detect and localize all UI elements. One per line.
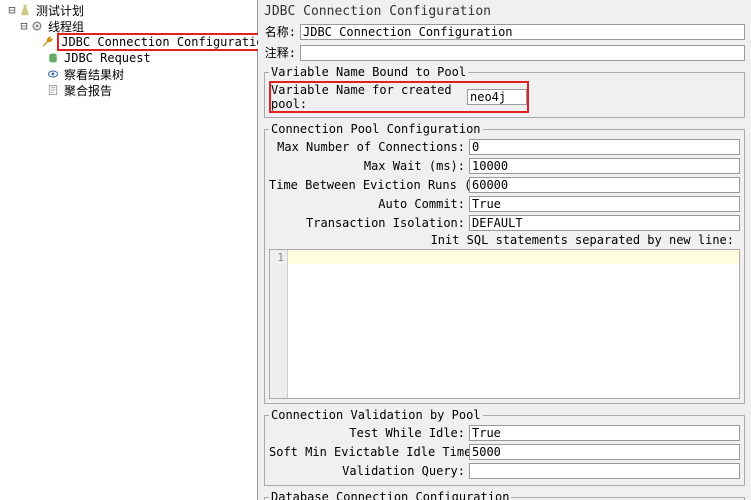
- connection-pool-legend: Connection Pool Configuration: [269, 122, 483, 136]
- db-connection-fieldset: Database Connection Configuration Databa…: [264, 490, 745, 500]
- connection-pool-fieldset: Connection Pool Configuration Max Number…: [264, 122, 745, 404]
- test-idle-label: Test While Idle:: [269, 426, 469, 440]
- tree-label: 线程组: [46, 18, 86, 35]
- tree-thread-group[interactable]: ⊟ 线程组: [2, 18, 255, 34]
- gear-icon: [30, 19, 44, 33]
- eviction-input[interactable]: [469, 177, 740, 193]
- soft-min-label: Soft Min Evictable Idle Time(ms):: [269, 445, 469, 459]
- wrench-icon: [41, 35, 55, 49]
- validation-fieldset: Connection Validation by Pool Test While…: [264, 408, 745, 486]
- name-label: 名称:: [264, 23, 300, 40]
- db-connection-legend: Database Connection Configuration: [269, 490, 511, 500]
- pool-variable-legend: Variable Name Bound to Pool: [269, 65, 468, 79]
- page-title: JDBC Connection Configuration: [264, 4, 745, 19]
- gutter: 1: [270, 250, 288, 398]
- tree-label: 察看结果树: [62, 66, 126, 83]
- eviction-label: Time Between Eviction Runs (ms):: [269, 178, 469, 192]
- autocommit-input[interactable]: [469, 196, 740, 212]
- tree-item-view-results[interactable]: 察看结果树: [2, 66, 255, 82]
- isolation-input[interactable]: [469, 215, 740, 231]
- comment-input[interactable]: [300, 45, 745, 61]
- tree-label: JDBC Connection Configuration: [57, 33, 275, 51]
- max-wait-input[interactable]: [469, 158, 740, 174]
- name-input[interactable]: [300, 24, 745, 40]
- max-wait-label: Max Wait (ms):: [269, 159, 469, 173]
- eye-icon: [46, 67, 60, 81]
- init-sql-editor[interactable]: 1: [269, 249, 740, 399]
- comment-label: 注释:: [264, 44, 300, 61]
- validation-query-input[interactable]: [469, 463, 740, 479]
- database-icon: [46, 51, 60, 65]
- collapse-icon[interactable]: ⊟: [6, 3, 18, 17]
- soft-min-input[interactable]: [469, 444, 740, 460]
- tree-item-jdbc-config[interactable]: JDBC Connection Configuration: [2, 34, 255, 50]
- tree-label: JDBC Request: [62, 51, 153, 65]
- init-sql-label: Init SQL statements separated by new lin…: [269, 233, 740, 247]
- validation-legend: Connection Validation by Pool: [269, 408, 483, 422]
- pool-var-label: Variable Name for created pool:: [271, 83, 467, 111]
- max-conn-label: Max Number of Connections:: [269, 140, 469, 154]
- test-idle-input[interactable]: [469, 425, 740, 441]
- config-panel: JDBC Connection Configuration 名称: 注释: Va…: [258, 0, 751, 500]
- isolation-label: Transaction Isolation:: [269, 216, 469, 230]
- autocommit-label: Auto Commit:: [269, 197, 469, 211]
- tree-label: 测试计划: [34, 2, 86, 19]
- report-icon: [46, 83, 60, 97]
- validation-query-label: Validation Query:: [269, 464, 469, 478]
- collapse-icon[interactable]: ⊟: [18, 19, 30, 33]
- tree-item-jdbc-request[interactable]: JDBC Request: [2, 50, 255, 66]
- tree-panel: ⊟ 测试计划 ⊟ 线程组 JDBC Connection Configurati…: [0, 0, 258, 500]
- tree-item-aggregate-report[interactable]: 聚合报告: [2, 82, 255, 98]
- max-conn-input[interactable]: [469, 139, 740, 155]
- pool-variable-fieldset: Variable Name Bound to Pool Variable Nam…: [264, 65, 745, 118]
- flask-icon: [18, 3, 32, 17]
- tree-root[interactable]: ⊟ 测试计划: [2, 2, 255, 18]
- pool-var-input[interactable]: [467, 89, 527, 105]
- tree-label: 聚合报告: [62, 82, 114, 99]
